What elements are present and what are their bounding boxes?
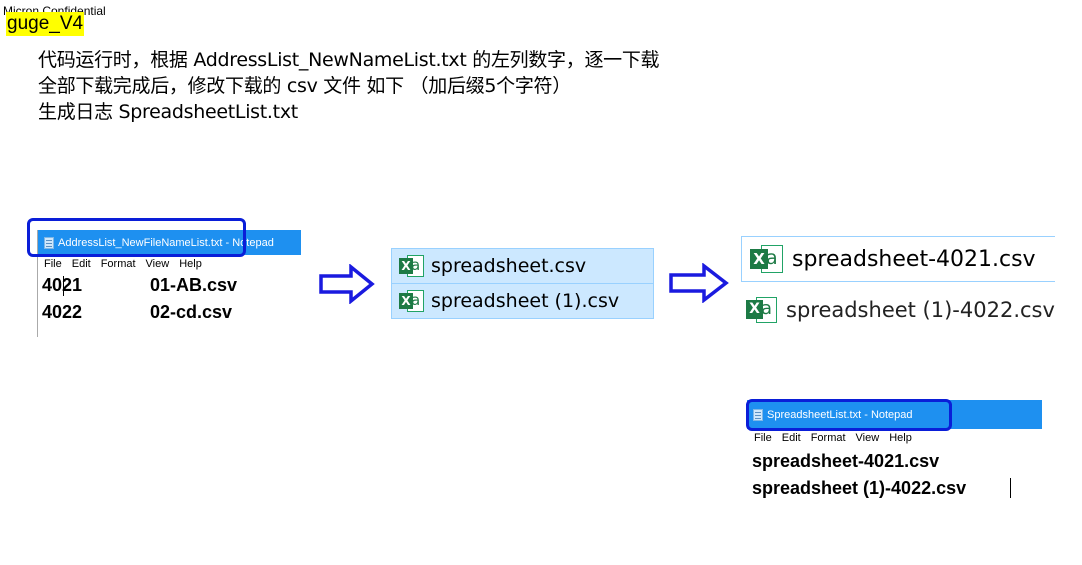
menu-edit[interactable]: Edit [782, 432, 801, 444]
list-item: 4022 02-cd.csv [42, 302, 232, 323]
renamed-file-list: a X spreadsheet-4021.csv [741, 236, 1055, 282]
description-line-2: 全部下载完成后，修改下载的 csv 文件 如下 （加后缀5个字符） [38, 75, 571, 97]
file-item[interactable]: a X spreadsheet (1).csv [392, 283, 653, 317]
list-item: spreadsheet (1)-4022.csv [752, 478, 967, 498]
file-item[interactable]: a X spreadsheet (1)-4022.csv [741, 287, 1055, 333]
menu-format[interactable]: Format [101, 258, 136, 270]
downloaded-file-list: a X spreadsheet.csv a X spreadsheet (1).… [391, 248, 654, 319]
list-item: spreadsheet-4021.csv [752, 451, 940, 471]
renamed-file-list: a X spreadsheet (1)-4022.csv [741, 287, 1055, 333]
description-line-3: 生成日志 SpreadsheetList.txt [38, 101, 298, 123]
annotation-box [746, 399, 952, 431]
file-name: spreadsheet-4021.csv [792, 246, 1036, 272]
file-item[interactable]: a X spreadsheet.csv [392, 249, 653, 283]
menu-help[interactable]: Help [889, 432, 912, 444]
excel-file-icon: a X [750, 244, 784, 274]
excel-file-icon: a X [399, 289, 425, 313]
list-item: 402101-AB.csv [42, 275, 237, 296]
menu-format[interactable]: Format [811, 432, 846, 444]
description-line-1: 代码运行时，根据 AddressList_NewNameList.txt 的左列… [38, 49, 660, 71]
version-tag: guge_V4 [6, 12, 85, 36]
excel-file-icon: a X [746, 296, 778, 324]
row-filename: 02-cd.csv [150, 302, 233, 322]
file-name: spreadsheet (1).csv [431, 289, 620, 312]
notepad-menubar: File Edit Format View Help [754, 432, 922, 444]
file-name: spreadsheet (1)-4022.csv [786, 298, 1055, 322]
text-cursor [63, 276, 64, 296]
notepad-menubar: File Edit Format View Help [44, 258, 212, 270]
menu-help[interactable]: Help [179, 258, 202, 270]
annotation-box [27, 218, 246, 257]
menu-edit[interactable]: Edit [72, 258, 91, 270]
menu-view[interactable]: View [856, 432, 880, 444]
excel-file-icon: a X [399, 254, 425, 278]
row-filename: 01-AB.csv [150, 275, 238, 295]
menu-view[interactable]: View [146, 258, 170, 270]
file-item[interactable]: a X spreadsheet-4021.csv [742, 237, 1055, 281]
menu-file[interactable]: File [754, 432, 772, 444]
row-id: 4021 [42, 275, 150, 296]
row-id: 4022 [42, 302, 83, 322]
menu-file[interactable]: File [44, 258, 62, 270]
file-name: spreadsheet.csv [431, 255, 587, 277]
right-arrow-icon [669, 263, 729, 303]
right-arrow-icon [319, 264, 375, 304]
text-cursor [1010, 478, 1011, 498]
